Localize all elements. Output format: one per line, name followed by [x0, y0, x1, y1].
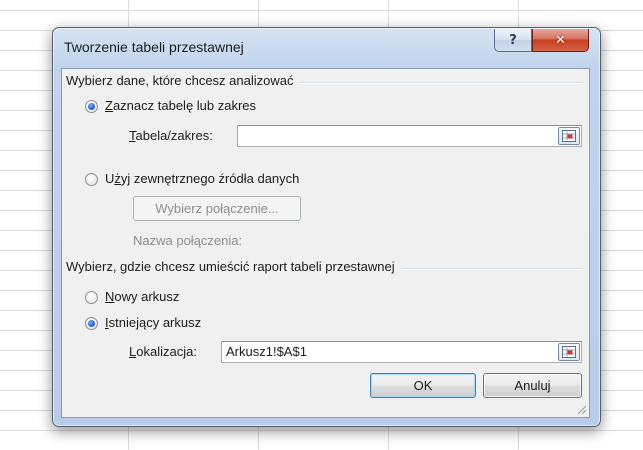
range-picker-icon [562, 130, 576, 142]
help-icon: ? [509, 32, 517, 48]
pivot-table-dialog: Tworzenie tabeli przestawnej ? ✕ Wybierz… [52, 27, 601, 427]
ok-button[interactable]: OK [370, 373, 476, 398]
resize-grip-icon[interactable] [575, 403, 587, 415]
radio-new-sheet-label[interactable]: Nowy arkusz [105, 289, 179, 304]
connection-name-label: Nazwa połączenia: [133, 233, 243, 248]
close-button[interactable]: ✕ [532, 29, 589, 52]
choose-connection-button[interactable]: Wybierz połączenie... [133, 196, 301, 221]
radio-existing-sheet[interactable] [85, 317, 98, 330]
location-label: Lokalizacja: [129, 344, 197, 359]
dialog-body: Wybierz dane, które chcesz analizować Za… [61, 68, 590, 418]
location-picker-button[interactable] [558, 343, 580, 361]
title-bar[interactable]: Tworzenie tabeli przestawnej ? ✕ [53, 28, 600, 68]
source-section-label: Wybierz dane, które chcesz analizować [66, 73, 300, 88]
dialog-title: Tworzenie tabeli przestawnej [64, 39, 244, 55]
range-picker-icon [562, 346, 576, 358]
radio-external-source-label[interactable]: Użyj zewnętrznego źródła danych [105, 171, 299, 186]
help-button[interactable]: ? [494, 29, 532, 52]
cancel-button[interactable]: Anuluj [483, 373, 582, 398]
close-icon: ✕ [555, 32, 566, 48]
table-range-label: Tabela/zakres: [129, 128, 213, 143]
radio-table-range[interactable] [85, 100, 98, 113]
table-range-input[interactable] [237, 125, 582, 147]
radio-new-sheet[interactable] [85, 291, 98, 304]
destination-section-label: Wybierz, gdzie chcesz umieścić raport ta… [66, 259, 401, 274]
radio-external-source[interactable] [85, 173, 98, 186]
location-input[interactable]: Arkusz1!$A$1 [221, 341, 582, 363]
radio-table-range-label[interactable]: Zaznacz tabelę lub zakres [105, 98, 256, 113]
table-range-picker-button[interactable] [558, 127, 580, 145]
radio-existing-sheet-label[interactable]: Istniejący arkusz [105, 315, 201, 330]
